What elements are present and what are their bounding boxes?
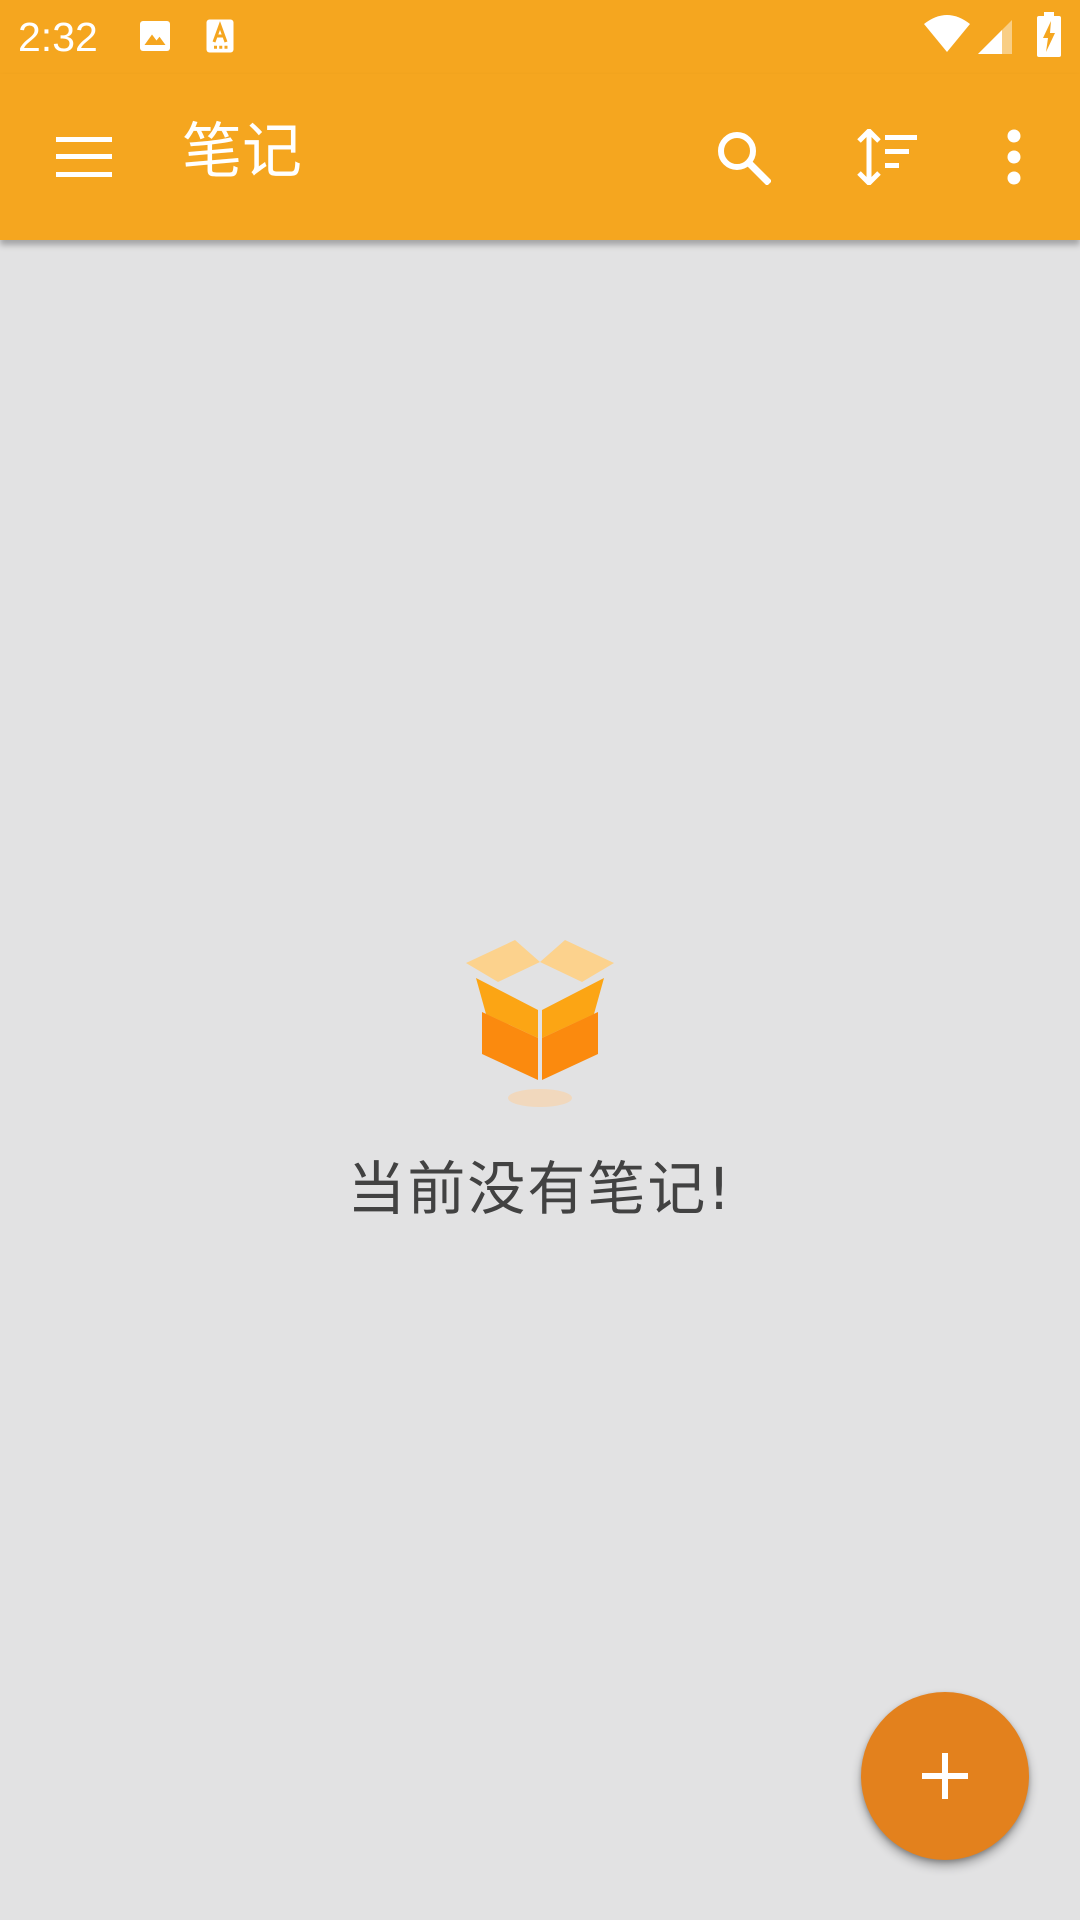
app-bar: 笔记 bbox=[0, 74, 1080, 240]
search-icon bbox=[718, 132, 771, 185]
battery-charging-icon bbox=[1037, 12, 1061, 57]
cell-signal-icon bbox=[978, 20, 1012, 54]
open-box-icon bbox=[466, 940, 614, 1107]
wifi-icon bbox=[924, 15, 970, 52]
plus-icon bbox=[922, 1753, 968, 1799]
empty-state: 当前没有笔记! bbox=[0, 930, 1080, 1224]
status-time: 2:32 bbox=[18, 14, 98, 60]
more-vert-icon bbox=[1007, 129, 1021, 185]
status-bar: 2:32 bbox=[0, 0, 1080, 74]
sort-icon bbox=[857, 129, 917, 185]
menu-button[interactable] bbox=[29, 102, 139, 212]
image-notification-icon bbox=[140, 21, 170, 51]
more-options-button[interactable] bbox=[959, 102, 1069, 212]
page-title: 笔记 bbox=[182, 117, 302, 187]
text-recognition-notification-icon bbox=[206, 19, 234, 53]
search-button[interactable] bbox=[688, 102, 798, 212]
add-note-button[interactable] bbox=[861, 1692, 1029, 1860]
sort-button[interactable] bbox=[832, 102, 942, 212]
empty-message: 当前没有笔记! bbox=[347, 1155, 733, 1223]
menu-icon bbox=[56, 137, 112, 177]
